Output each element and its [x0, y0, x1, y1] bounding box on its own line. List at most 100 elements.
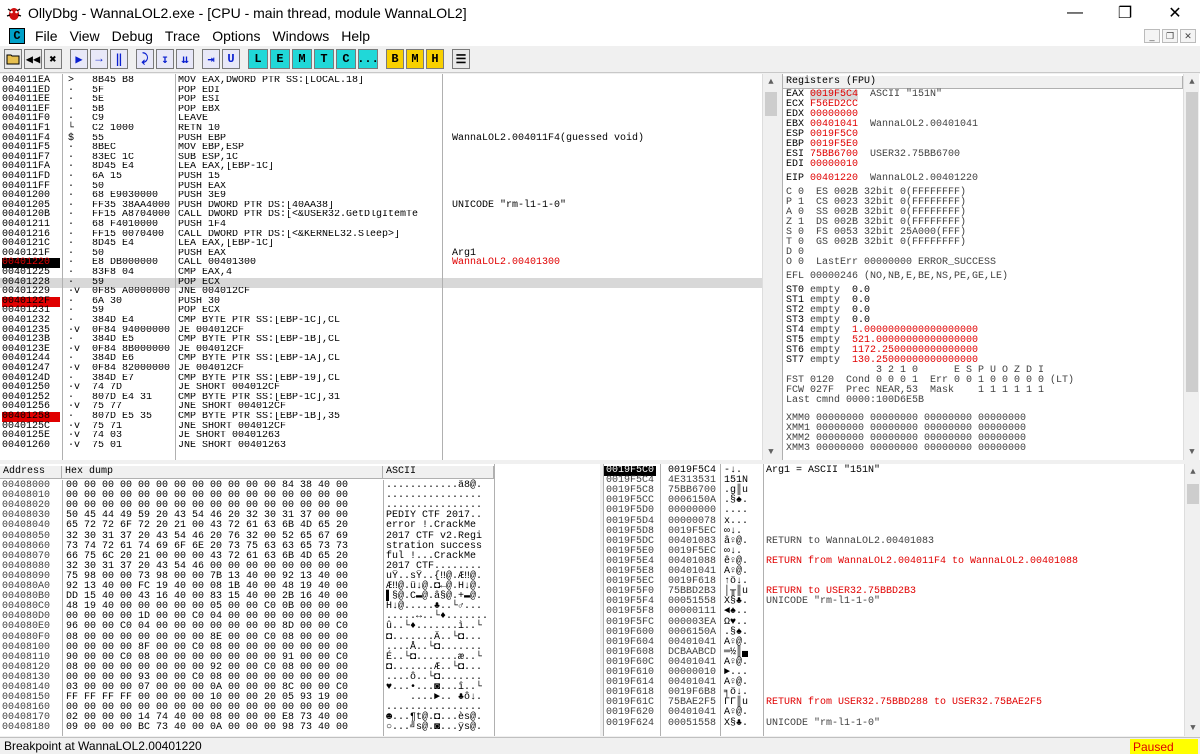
- close-button[interactable]: ✕: [1150, 0, 1200, 26]
- fpu-status-row[interactable]: Last cmnd 0000:100D6E5B: [786, 396, 1181, 406]
- disasm-row[interactable]: 004011F1 └ C2 1000 RETN 10: [0, 124, 762, 134]
- disasm-row[interactable]: 00401250 ·v 74 7D JE SHORT 004012CF: [0, 383, 762, 393]
- disasm-row[interactable]: 00401225 · 83F8 04 CMP EAX,4: [0, 268, 762, 278]
- restart-icon[interactable]: ◀◀: [24, 49, 42, 69]
- scroll-down-icon[interactable]: ▼: [1185, 720, 1200, 736]
- disasm-row[interactable]: 004011FF · 50 PUSH EAX: [0, 181, 762, 192]
- flag-row[interactable]: T 0 GS 002B 32bit 0(FFFFFFFF): [786, 238, 1181, 248]
- scroll-up-icon[interactable]: ▲: [763, 74, 778, 90]
- scroll-up-icon[interactable]: ▲: [1184, 74, 1200, 90]
- modules-window-button[interactable]: E: [270, 49, 290, 69]
- disasm-row[interactable]: 004011EA > 8B45 B8 MOV EAX,DWORD PTR SS:[L…: [0, 76, 762, 86]
- disasm-row[interactable]: 00401231 · 59 POP ECX: [0, 306, 762, 316]
- register-row[interactable]: EDI 00000010: [786, 160, 1181, 170]
- cpu-window-icon[interactable]: C: [9, 28, 25, 44]
- register-value[interactable]: 00000010: [810, 160, 858, 170]
- disasm-row[interactable]: 00401216 · FF15 0070400 CALL DWORD PTR DS:…: [0, 229, 762, 240]
- mdi-restore-button[interactable]: ❐: [1162, 29, 1178, 43]
- menu-trace[interactable]: Trace: [159, 28, 206, 44]
- disasm-row[interactable]: 0040125E ·v 74 03 JE SHORT 00401263: [0, 431, 762, 441]
- disasm-row[interactable]: 00401235 ·v 0F84 94000000 JE 004012CF: [0, 325, 762, 336]
- disasm-row[interactable]: 0040121F · 50 PUSH EAX Arg1: [0, 248, 762, 259]
- pause-icon[interactable]: ‖: [110, 49, 128, 69]
- registers-pane[interactable]: Registers (FPU) EAX 0019F5C4 ASCII "151N" E…: [782, 74, 1200, 460]
- fpu-st-row[interactable]: ST2 empty 0.0: [786, 306, 1181, 316]
- dump-pane[interactable]: Address Hex dump ASCII 00408000 00 00 00 …: [0, 464, 600, 736]
- menu-options[interactable]: Options: [206, 28, 266, 44]
- fpu-st-row[interactable]: ST1 empty 0.0: [786, 296, 1181, 306]
- disasm-row[interactable]: 004011ED · 5F POP EDI: [0, 85, 762, 96]
- xmm-row[interactable]: XMM3 00000000 00000000 00000000 00000000: [786, 444, 1181, 454]
- open-icon[interactable]: [4, 49, 22, 69]
- run-thread-icon[interactable]: →: [90, 49, 108, 69]
- step-into-icon[interactable]: ⤸: [136, 49, 154, 69]
- disasm-row[interactable]: 00401258 · 807D E5 35 CMP BYTE PTR SS:[EBP…: [0, 412, 762, 422]
- disasm-row[interactable]: 004011F7 · 83EC 1C SUB ESP,1C: [0, 152, 762, 163]
- cpu-window-button[interactable]: C: [336, 49, 356, 69]
- dump-row[interactable]: 00408180 09 00 00 00 BC 73 40 00 0A 00 00…: [0, 723, 494, 733]
- disasm-row[interactable]: 00401200 · 68 E9030000 PUSH 3E9: [0, 191, 762, 201]
- fpu-st-row[interactable]: ST0 empty 0.0: [786, 286, 1181, 296]
- stack-pane[interactable]: 0019F5C0 0019F5C4 -↓. Arg1 = ASCII "151N" 00…: [603, 464, 1200, 736]
- fpu-line[interactable]: Last cmnd 0000:100D6E5B: [786, 396, 924, 406]
- step-over-icon[interactable]: ↧: [156, 49, 174, 69]
- disasm-row[interactable]: 0040120B · FF15 A8704000 CALL DWORD PTR DS…: [0, 210, 762, 220]
- dump-ascii-header[interactable]: ASCII: [383, 466, 494, 479]
- xmm-line[interactable]: XMM3 00000000 00000000 00000000 00000000: [786, 444, 1026, 454]
- disasm-row[interactable]: 0040124D · 384D E7 CMP BYTE PTR SS:[EBP-19…: [0, 373, 762, 384]
- trace-into-icon[interactable]: ⇊: [176, 49, 194, 69]
- stack-row[interactable]: 0019F5D4 00000078 x...: [604, 516, 1184, 527]
- disasm-row[interactable]: 00401244 · 384D E6 CMP BYTE PTR SS:[EBP-1A…: [0, 354, 762, 364]
- mdi-close-button[interactable]: ✕: [1180, 29, 1196, 43]
- stack-row[interactable]: 0019F5F8 00000111 ◄♠..: [604, 607, 1184, 617]
- disasm-row[interactable]: 0040122F · 6A 30 PUSH 30: [0, 296, 762, 307]
- log-window-button[interactable]: L: [248, 49, 268, 69]
- fpu-st-row[interactable]: ST4 empty 1.0000000000000000000: [786, 326, 1181, 336]
- disasm-row[interactable]: 00401252 · 807D E4 31 CMP BYTE PTR SS:[EBP…: [0, 392, 762, 403]
- run-icon[interactable]: ▶: [70, 49, 88, 69]
- menu-file[interactable]: File: [29, 28, 64, 44]
- minimize-button[interactable]: —: [1050, 0, 1100, 26]
- menu-view[interactable]: View: [64, 28, 106, 44]
- flag-line[interactable]: T 0 GS 002B 32bit 0(FFFFFFFF): [786, 238, 966, 248]
- list-icon[interactable]: ☰: [452, 49, 470, 69]
- execute-till-user-code-icon[interactable]: U: [222, 49, 240, 69]
- disassembly-scrollbar[interactable]: ▲ ▼: [762, 74, 778, 460]
- mdi-minimize-button[interactable]: _: [1144, 29, 1160, 43]
- memory-breakpoints-button[interactable]: M: [406, 49, 424, 69]
- more-windows-button[interactable]: ...: [357, 49, 379, 69]
- disasm-row[interactable]: 004011EF · 5B POP EBX: [0, 104, 762, 115]
- scroll-down-icon[interactable]: ▼: [1184, 444, 1200, 460]
- disasm-row[interactable]: 0040123B · 384D E5 CMP BYTE PTR SS:[EBP-1B…: [0, 335, 762, 345]
- menu-windows[interactable]: Windows: [266, 28, 335, 44]
- disasm-row[interactable]: 00401232 · 384D E4 CMP BYTE PTR SS:[EBP-1C…: [0, 316, 762, 326]
- memory-window-button[interactable]: M: [292, 49, 312, 69]
- disasm-row[interactable]: 00401247 ·v 0F84 82000000 JE 004012CF: [0, 364, 762, 374]
- stack-row[interactable]: 0019F620 00401041 A♀@.: [604, 708, 1184, 718]
- dump-row[interactable]: 00408040 65 72 72 6F 72 20 21 00 43 72 61…: [0, 521, 494, 531]
- stack-row[interactable]: 0019F5FC 000003EA Ω♥..: [604, 617, 1184, 628]
- disasm-row[interactable]: 0040123E ·v 0F84 8B000000 JE 004012CF: [0, 344, 762, 355]
- dump-row[interactable]: 00408050 32 30 31 37 20 43 54 46 20 76 32…: [0, 531, 494, 542]
- disasm-row[interactable]: 004011FD · 6A 15 PUSH 15: [0, 172, 762, 182]
- efl-row[interactable]: EFL 00000246 (NO,NB,E,BE,NS,PE,GE,LE): [786, 272, 1181, 282]
- menu-debug[interactable]: Debug: [106, 28, 159, 44]
- dump-hex-header[interactable]: Hex dump: [62, 466, 383, 479]
- disasm-row[interactable]: 00401229 ·v 0F85 A0000000 JNE 004012CF: [0, 287, 762, 297]
- dump-address-header[interactable]: Address: [0, 466, 62, 479]
- dump-row[interactable]: 004080E0 96 00 00 C0 04 00 00 00 00 00 00…: [0, 622, 494, 632]
- disasm-row[interactable]: 00401228 · 59 POP ECX: [0, 277, 762, 288]
- disasm-row[interactable]: 004011F5 · 8BEC MOV EBP,ESP: [0, 143, 762, 153]
- stack-row[interactable]: 0019F624 00051558 X§♣. UNICODE "rm-l1-1-0": [604, 718, 1184, 729]
- stack-row[interactable]: 0019F5D0 00000000....: [604, 506, 1184, 516]
- maximize-button[interactable]: ❐: [1100, 0, 1150, 26]
- register-value[interactable]: 00401220: [810, 174, 858, 184]
- efl-line[interactable]: EFL 00000246 (NO,NB,E,BE,NS,PE,GE,LE): [786, 272, 1008, 282]
- stack-scrollbar[interactable]: ▲ ▼: [1184, 464, 1200, 736]
- disasm-row[interactable]: 00401211 · 68 F4010000 PUSH 1F4: [0, 220, 762, 230]
- fpu-st-row[interactable]: ST6 empty 1172.2500000000000000: [786, 346, 1181, 356]
- breakpoints-window-button[interactable]: B: [386, 49, 404, 69]
- disasm-row[interactable]: 0040121C · 8D45 E4 LEA EAX,[EBP-1C]: [0, 239, 762, 249]
- disasm-row[interactable]: 004011FA · 8D45 E4 LEA EAX,[EBP-1C]: [0, 162, 762, 172]
- dump-row[interactable]: 004080F0 08 00 00 00 00 00 00 00 8E 00 00…: [0, 632, 494, 643]
